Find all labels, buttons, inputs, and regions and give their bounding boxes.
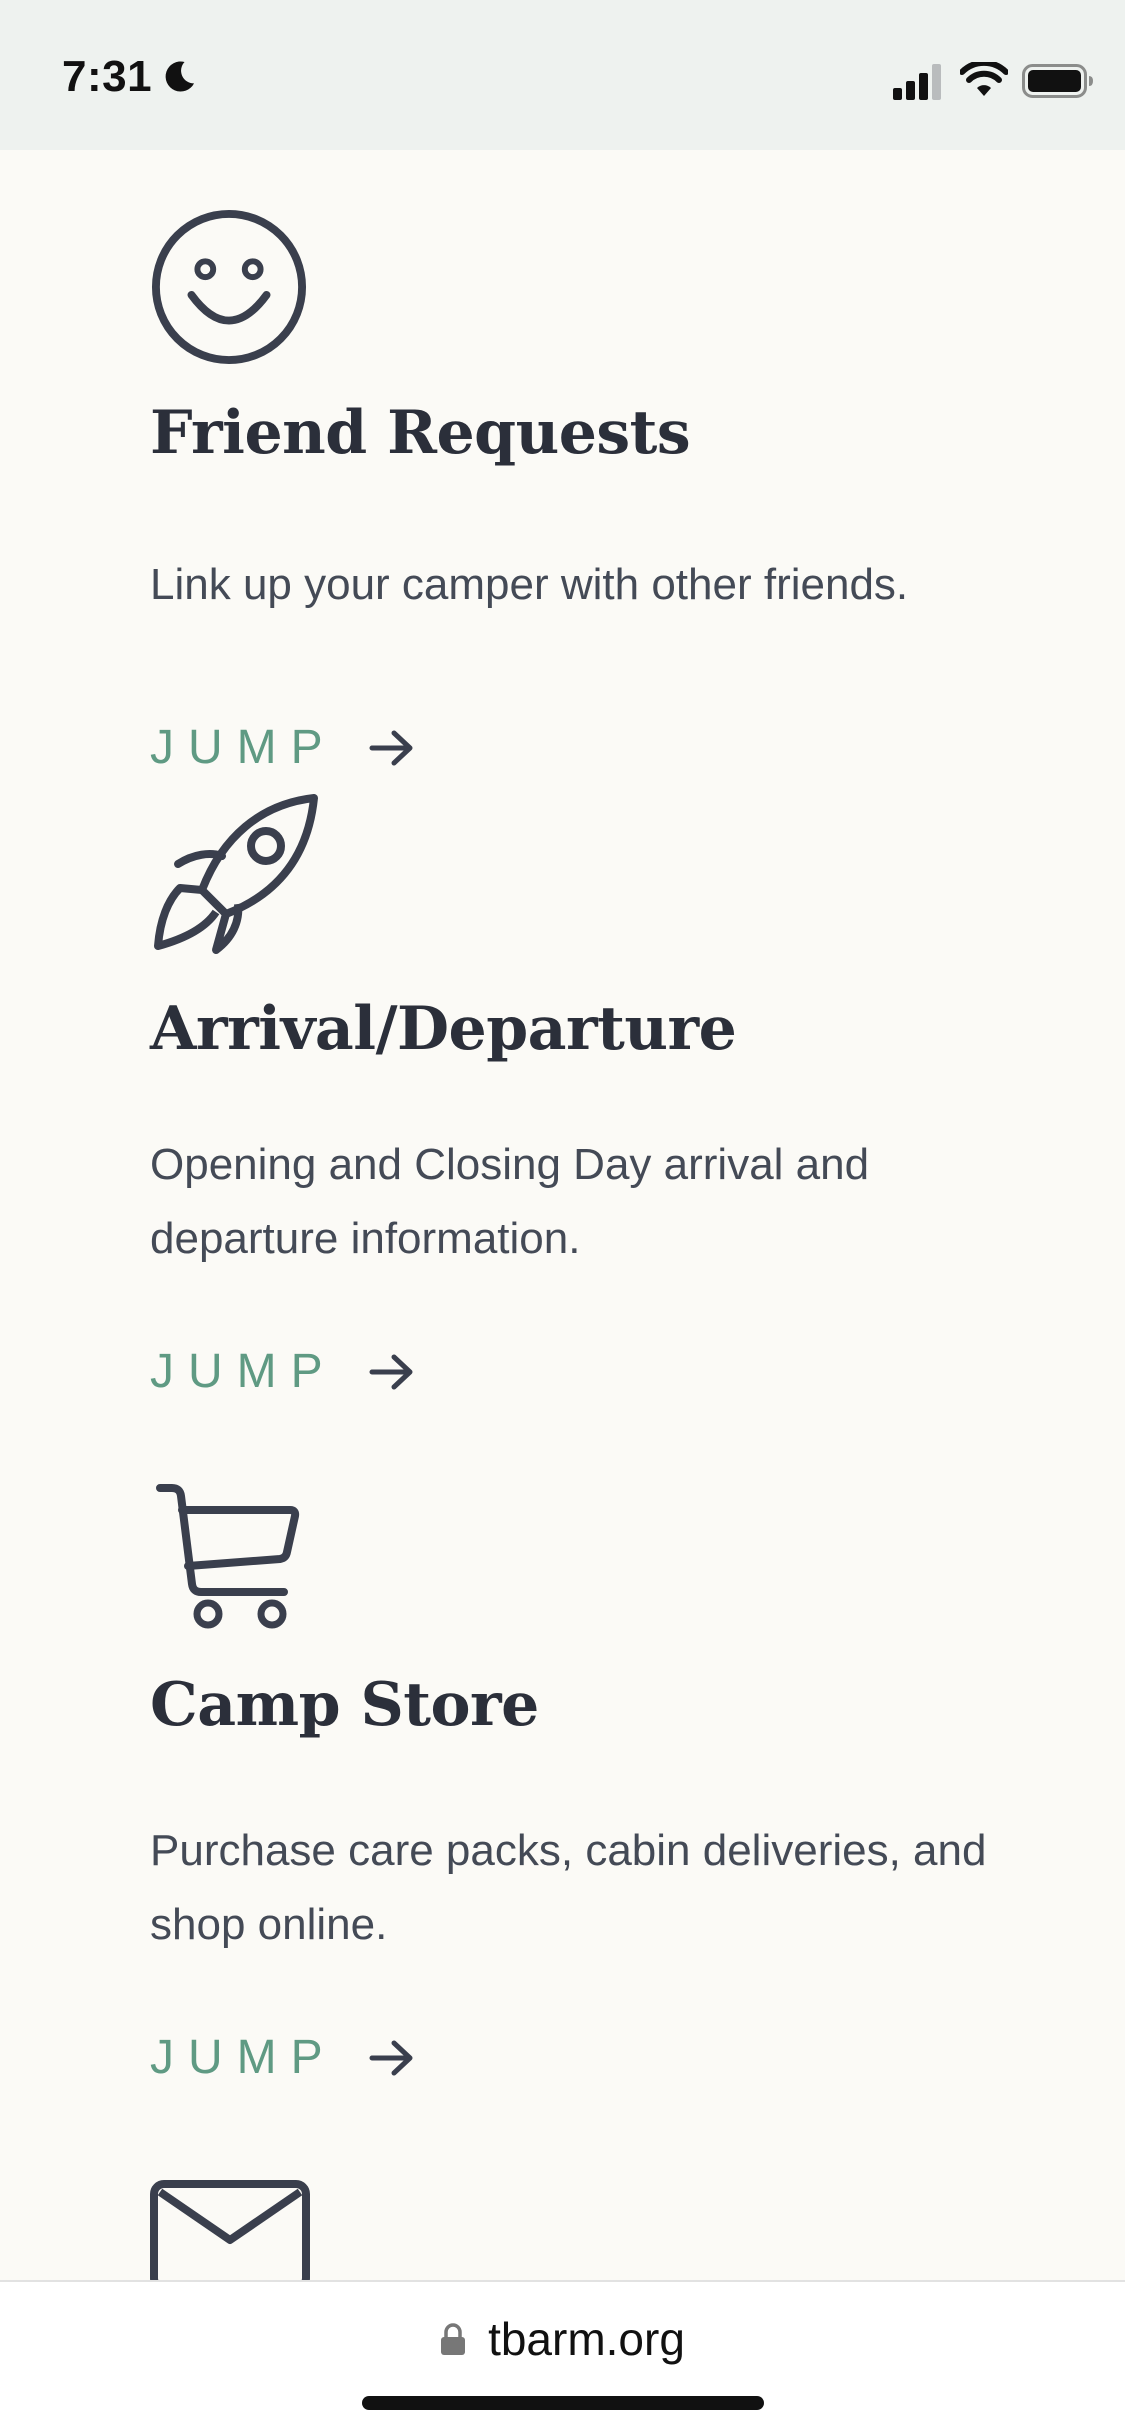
main-content: Friend Requests Link up your camper with… xyxy=(0,150,1125,2280)
url-text: tbarm.org xyxy=(488,2313,685,2365)
rocket-icon xyxy=(154,794,318,954)
section-title: Arrival/Departure xyxy=(150,994,737,1064)
status-bar: 7:31 xyxy=(0,0,1125,150)
jump-label: JUMP xyxy=(150,2031,337,2084)
status-time: 7:31 xyxy=(62,52,153,101)
smiley-icon xyxy=(151,209,307,365)
section-description: Link up your camper with other friends. xyxy=(150,560,909,609)
arrow-right-icon xyxy=(369,1354,413,1389)
cart-icon xyxy=(156,1484,300,1629)
battery-icon xyxy=(1022,64,1093,98)
jump-link-camp-store[interactable]: JUMP xyxy=(150,2030,415,2085)
signal-icon xyxy=(893,64,941,100)
envelope-icon xyxy=(150,2180,310,2280)
browser-url-bar[interactable]: tbarm.org xyxy=(0,2280,1125,2436)
section-description: Purchase care packs, cabin deliveries, a… xyxy=(150,1826,987,1949)
jump-label: JUMP xyxy=(150,721,337,774)
arrow-right-icon xyxy=(369,730,413,765)
section-title: Friend Requests xyxy=(150,398,691,468)
wifi-icon xyxy=(960,62,1008,96)
url-display[interactable]: tbarm.org xyxy=(0,2312,1125,2366)
arrow-right-icon xyxy=(369,2040,413,2075)
jump-label: JUMP xyxy=(150,1345,337,1398)
section-title: Camp Store xyxy=(150,1670,539,1740)
lock-icon xyxy=(441,2323,466,2355)
home-indicator[interactable] xyxy=(362,2396,764,2410)
section-description: Opening and Closing Day arrival and depa… xyxy=(150,1140,870,1263)
jump-link-friend-requests[interactable]: JUMP xyxy=(150,720,415,775)
moon-icon xyxy=(165,61,195,92)
jump-link-arrival-departure[interactable]: JUMP xyxy=(150,1344,415,1399)
